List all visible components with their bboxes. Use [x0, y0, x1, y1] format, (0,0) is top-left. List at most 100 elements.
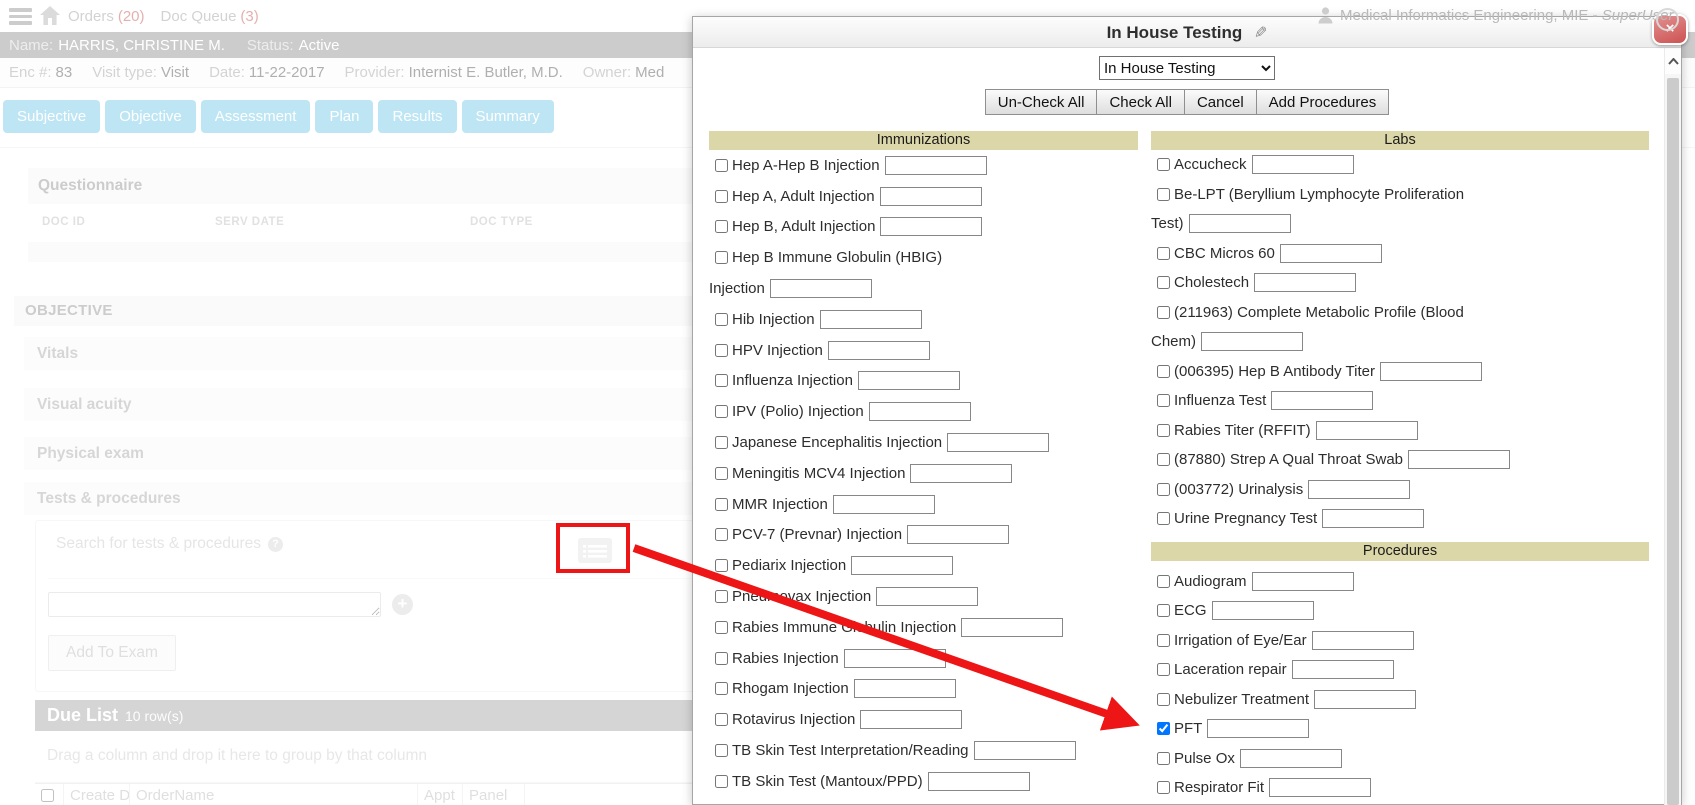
- item-value-input[interactable]: [1201, 332, 1303, 351]
- item-value-input[interactable]: [869, 402, 971, 421]
- item-value-input[interactable]: [1314, 690, 1416, 709]
- item-value-input[interactable]: [1254, 273, 1356, 292]
- item-value-input[interactable]: [907, 525, 1009, 544]
- item-value-input[interactable]: [1292, 660, 1394, 679]
- item-checkbox-tb-skin-test-interpretation-reading[interactable]: [715, 744, 728, 757]
- item-checkbox-tb-skin-test-mantoux-ppd[interactable]: [715, 775, 728, 788]
- item-value-input[interactable]: [770, 279, 872, 298]
- item-value-input[interactable]: [1240, 749, 1342, 768]
- item-checkbox-rabies-titer-rffit[interactable]: [1157, 424, 1170, 437]
- item-value-input[interactable]: [880, 187, 982, 206]
- item-label: Rabies Injection: [732, 650, 839, 667]
- item-checkbox-hep-a-hep-b-injection[interactable]: [715, 159, 728, 172]
- item-value-input[interactable]: [833, 495, 935, 514]
- item-checkbox-mmr-injection[interactable]: [715, 498, 728, 511]
- item-value-input[interactable]: [876, 587, 978, 606]
- item-value-input[interactable]: [858, 371, 960, 390]
- item-value-input[interactable]: [1312, 631, 1414, 650]
- item-checkbox-urine-pregnancy-test[interactable]: [1157, 512, 1170, 525]
- item-checkbox-be-lpt-beryllium-lymphocyte-proliferation[interactable]: [1157, 188, 1170, 201]
- item-row: (211963) Complete Metabolic Profile (Blo…: [1151, 298, 1649, 328]
- item-value-input[interactable]: [880, 217, 982, 236]
- item-value-input[interactable]: [1271, 391, 1373, 410]
- item-checkbox-hep-b-immune-globulin-hbig[interactable]: [715, 251, 728, 264]
- item-value-input[interactable]: [885, 156, 987, 175]
- item-value-input[interactable]: [820, 310, 922, 329]
- item-checkbox-cholestech[interactable]: [1157, 276, 1170, 289]
- item-label: Hep B, Adult Injection: [732, 218, 875, 235]
- item-checkbox-006395-hep-b-antibody-titer[interactable]: [1157, 365, 1170, 378]
- item-checkbox-irrigation-of-eye-ear[interactable]: [1157, 634, 1170, 647]
- item-checkbox-pcv-7-prevnar-injection[interactable]: [715, 528, 728, 541]
- item-checkbox-nebulizer-treatment[interactable]: [1157, 693, 1170, 706]
- item-value-input[interactable]: [1269, 778, 1371, 797]
- scrollbar-thumb[interactable]: [1667, 78, 1679, 805]
- item-label: PFT: [1174, 720, 1202, 737]
- item-checkbox-rabies-injection[interactable]: [715, 652, 728, 665]
- session-icon[interactable]: [1656, 8, 1679, 31]
- item-row: Pediarix Injection: [709, 550, 1138, 581]
- item-value-input[interactable]: [851, 556, 953, 575]
- un-check-all-button[interactable]: Un-Check All: [985, 89, 1098, 115]
- item-checkbox-hpv-injection[interactable]: [715, 344, 728, 357]
- item-value-input[interactable]: [860, 710, 962, 729]
- dialog-scrollbar[interactable]: [1664, 48, 1681, 805]
- item-checkbox-accucheck[interactable]: [1157, 158, 1170, 171]
- item-row: Nebulizer Treatment: [1151, 685, 1649, 715]
- item-row: Respirator Fit: [1151, 773, 1649, 803]
- item-checkbox-pneumovax-injection[interactable]: [715, 590, 728, 603]
- item-checkbox-pediarix-injection[interactable]: [715, 559, 728, 572]
- item-checkbox-hep-a-adult-injection[interactable]: [715, 190, 728, 203]
- item-checkbox-hib-injection[interactable]: [715, 313, 728, 326]
- item-checkbox-influenza-injection[interactable]: [715, 374, 728, 387]
- item-value-input[interactable]: [1207, 719, 1309, 738]
- item-checkbox-respirator-fit[interactable]: [1157, 781, 1170, 794]
- item-value-input[interactable]: [1252, 155, 1354, 174]
- item-value-input[interactable]: [1408, 450, 1510, 469]
- item-value-input[interactable]: [828, 341, 930, 360]
- item-checkbox-audiogram[interactable]: [1157, 575, 1170, 588]
- item-checkbox-rhogam-injection[interactable]: [715, 682, 728, 695]
- item-checkbox-87880-strep-a-qual-throat-swab[interactable]: [1157, 453, 1170, 466]
- item-checkbox-ipv-polio-injection[interactable]: [715, 405, 728, 418]
- add-procedures-button[interactable]: Add Procedures: [1256, 89, 1390, 115]
- item-checkbox-ecg[interactable]: [1157, 604, 1170, 617]
- item-value-input[interactable]: [1252, 572, 1354, 591]
- item-value-input[interactable]: [854, 679, 956, 698]
- item-checkbox-rabies-immune-globulin-injection[interactable]: [715, 621, 728, 634]
- screen: Orders(20) Doc Queue(3) Name:HARRIS, CHR…: [0, 0, 1695, 805]
- item-checkbox-influenza-test[interactable]: [1157, 394, 1170, 407]
- item-value-input[interactable]: [1316, 421, 1418, 440]
- item-label: Accucheck: [1174, 156, 1247, 173]
- item-checkbox-rotavirus-injection[interactable]: [715, 713, 728, 726]
- user-menu[interactable]: Medical Informatics Engineering, MIE - S…: [1318, 0, 1673, 30]
- item-checkbox-pft[interactable]: [1157, 722, 1170, 735]
- item-row: HPV Injection: [709, 335, 1138, 366]
- item-value-input[interactable]: [1380, 362, 1482, 381]
- item-checkbox-japanese-encephalitis-injection[interactable]: [715, 436, 728, 449]
- item-checkbox-003772-urinalysis[interactable]: [1157, 483, 1170, 496]
- item-value-input[interactable]: [910, 464, 1012, 483]
- item-checkbox-211963-complete-metabolic-profile-blood[interactable]: [1157, 306, 1170, 319]
- item-checkbox-laceration-repair[interactable]: [1157, 663, 1170, 676]
- item-value-input[interactable]: [928, 772, 1030, 791]
- item-value-input[interactable]: [1212, 601, 1314, 620]
- scroll-up-button[interactable]: [1665, 48, 1681, 74]
- item-value-input[interactable]: [844, 649, 946, 668]
- item-value-input[interactable]: [974, 741, 1076, 760]
- cancel-button[interactable]: Cancel: [1184, 89, 1257, 115]
- procedure-set-select[interactable]: In House Testing: [1099, 56, 1275, 80]
- item-value-input[interactable]: [961, 618, 1063, 637]
- item-checkbox-meningitis-mcv4-injection[interactable]: [715, 467, 728, 480]
- item-value-input[interactable]: [1308, 480, 1410, 499]
- item-label: Urine Pregnancy Test: [1174, 510, 1317, 527]
- item-checkbox-pulse-ox[interactable]: [1157, 752, 1170, 765]
- check-all-button[interactable]: Check All: [1096, 89, 1185, 115]
- item-checkbox-cbc-micros-60[interactable]: [1157, 247, 1170, 260]
- item-value-input[interactable]: [1189, 214, 1291, 233]
- item-value-input[interactable]: [1280, 244, 1382, 263]
- item-value-input[interactable]: [947, 433, 1049, 452]
- item-checkbox-hep-b-adult-injection[interactable]: [715, 220, 728, 233]
- edit-pencil-icon[interactable]: ✎: [1254, 18, 1267, 49]
- item-value-input[interactable]: [1322, 509, 1424, 528]
